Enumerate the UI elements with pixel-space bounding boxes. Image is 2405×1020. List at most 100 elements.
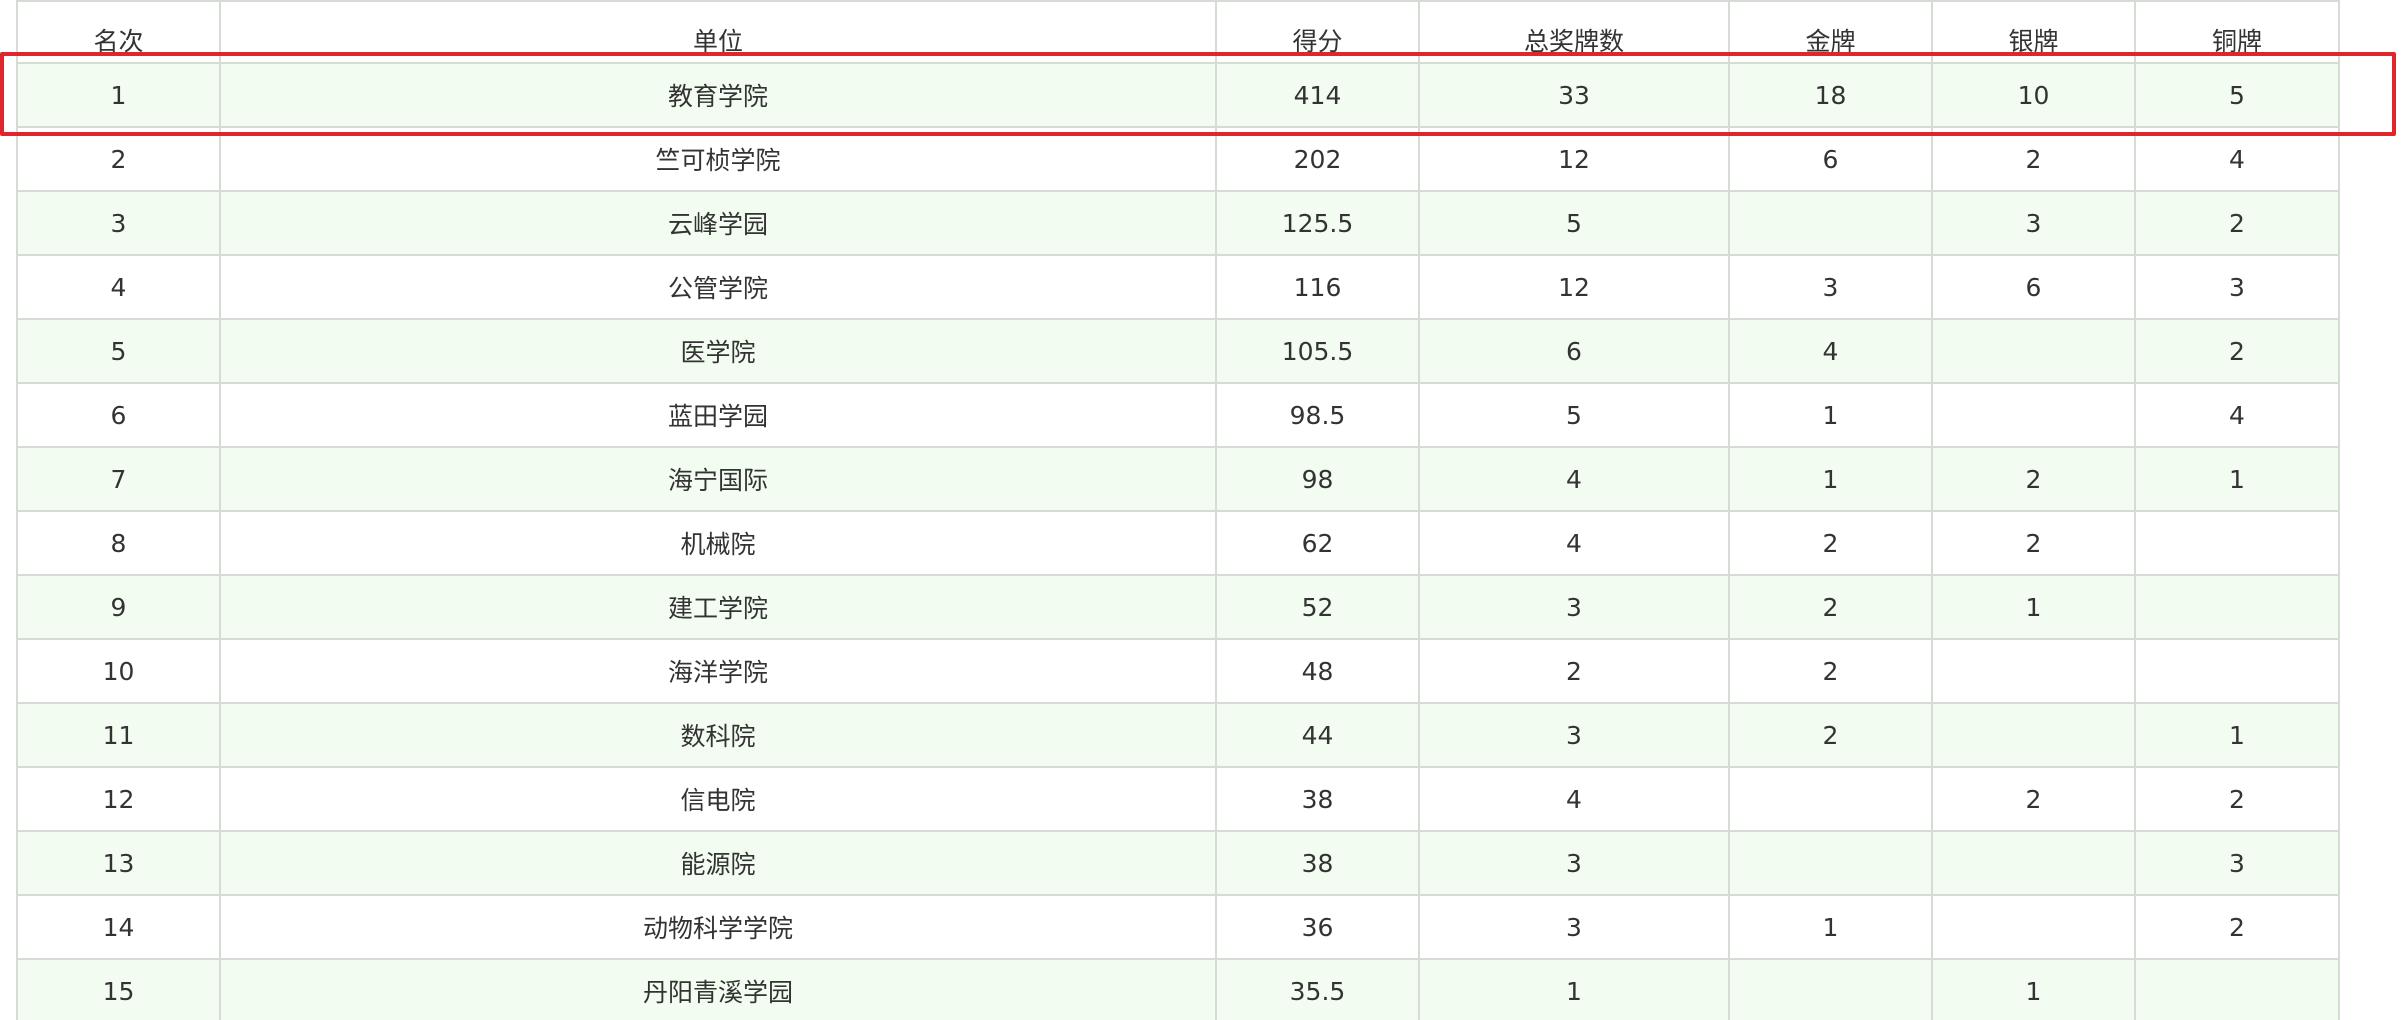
gold-cell: 3 xyxy=(1728,254,1933,320)
unit-cell: 丹阳青溪学园 xyxy=(219,958,1217,1020)
rank-cell: 1 xyxy=(16,62,221,128)
bronze-cell xyxy=(2134,958,2340,1020)
unit-cell: 数科院 xyxy=(219,702,1217,768)
unit-cell: 竺可桢学院 xyxy=(219,126,1217,192)
total-medals-cell: 6 xyxy=(1418,318,1730,384)
table-row: 11 数科院 44 3 2 1 xyxy=(16,702,2340,768)
bronze-cell: 4 xyxy=(2134,126,2340,192)
table-row: 3 云峰学园 125.5 5 3 2 xyxy=(16,190,2340,256)
table-row: 14 动物科学学院 36 3 1 2 xyxy=(16,894,2340,960)
bronze-cell: 5 xyxy=(2134,62,2340,128)
score-cell: 48 xyxy=(1215,638,1420,704)
gold-cell: 2 xyxy=(1728,702,1933,768)
rank-cell: 13 xyxy=(16,830,221,896)
gold-cell: 4 xyxy=(1728,318,1933,384)
gold-cell: 2 xyxy=(1728,510,1933,576)
silver-cell: 2 xyxy=(1931,126,2136,192)
unit-cell: 医学院 xyxy=(219,318,1217,384)
table-row: 4 公管学院 116 12 3 6 3 xyxy=(16,254,2340,320)
gold-cell: 2 xyxy=(1728,638,1933,704)
total-medals-cell: 1 xyxy=(1418,958,1730,1020)
gold-cell: 6 xyxy=(1728,126,1933,192)
score-cell: 36 xyxy=(1215,894,1420,960)
score-cell: 116 xyxy=(1215,254,1420,320)
unit-cell: 教育学院 xyxy=(219,62,1217,128)
medal-table-container: 名次 单位 得分 总奖牌数 金牌 银牌 铜牌 1 教育学院 414 33 18 10 5 2 竺… xyxy=(16,0,2340,1020)
score-cell: 105.5 xyxy=(1215,318,1420,384)
total-medals-cell: 3 xyxy=(1418,830,1730,896)
total-medals-cell: 4 xyxy=(1418,766,1730,832)
table-header-row: 名次 单位 得分 总奖牌数 金牌 银牌 铜牌 xyxy=(16,0,2340,64)
rank-cell: 15 xyxy=(16,958,221,1020)
rank-cell: 10 xyxy=(16,638,221,704)
total-medals-cell: 33 xyxy=(1418,62,1730,128)
rank-cell: 11 xyxy=(16,702,221,768)
bronze-cell xyxy=(2134,638,2340,704)
bronze-cell: 3 xyxy=(2134,254,2340,320)
header-silver: 银牌 xyxy=(1931,0,2136,64)
table-row: 1 教育学院 414 33 18 10 5 xyxy=(16,62,2340,128)
total-medals-cell: 3 xyxy=(1418,894,1730,960)
table-row: 10 海洋学院 48 2 2 xyxy=(16,638,2340,704)
total-medals-cell: 5 xyxy=(1418,190,1730,256)
gold-cell: 2 xyxy=(1728,574,1933,640)
header-gold: 金牌 xyxy=(1728,0,1933,64)
gold-cell xyxy=(1728,766,1933,832)
gold-cell: 1 xyxy=(1728,894,1933,960)
silver-cell: 2 xyxy=(1931,766,2136,832)
unit-cell: 云峰学园 xyxy=(219,190,1217,256)
rank-cell: 9 xyxy=(16,574,221,640)
table-row: 13 能源院 38 3 3 xyxy=(16,830,2340,896)
bronze-cell xyxy=(2134,574,2340,640)
table-row: 12 信电院 38 4 2 2 xyxy=(16,766,2340,832)
total-medals-cell: 3 xyxy=(1418,574,1730,640)
total-medals-cell: 4 xyxy=(1418,510,1730,576)
gold-cell xyxy=(1728,190,1933,256)
rank-cell: 6 xyxy=(16,382,221,448)
total-medals-cell: 2 xyxy=(1418,638,1730,704)
bronze-cell: 4 xyxy=(2134,382,2340,448)
silver-cell: 6 xyxy=(1931,254,2136,320)
unit-cell: 海宁国际 xyxy=(219,446,1217,512)
table-body: 1 教育学院 414 33 18 10 5 2 竺可桢学院 202 12 6 2 4 3 云峰学园 125.5 5… xyxy=(16,62,2340,1020)
silver-cell xyxy=(1931,830,2136,896)
gold-cell: 18 xyxy=(1728,62,1933,128)
rank-cell: 14 xyxy=(16,894,221,960)
rank-cell: 5 xyxy=(16,318,221,384)
score-cell: 44 xyxy=(1215,702,1420,768)
total-medals-cell: 5 xyxy=(1418,382,1730,448)
table-row: 7 海宁国际 98 4 1 2 1 xyxy=(16,446,2340,512)
gold-cell xyxy=(1728,830,1933,896)
header-bronze: 铜牌 xyxy=(2134,0,2340,64)
header-score: 得分 xyxy=(1215,0,1420,64)
silver-cell: 2 xyxy=(1931,510,2136,576)
bronze-cell: 2 xyxy=(2134,766,2340,832)
table-row: 9 建工学院 52 3 2 1 xyxy=(16,574,2340,640)
total-medals-cell: 12 xyxy=(1418,126,1730,192)
rank-cell: 2 xyxy=(16,126,221,192)
score-cell: 202 xyxy=(1215,126,1420,192)
score-cell: 125.5 xyxy=(1215,190,1420,256)
silver-cell xyxy=(1931,382,2136,448)
table-row: 2 竺可桢学院 202 12 6 2 4 xyxy=(16,126,2340,192)
rank-cell: 8 xyxy=(16,510,221,576)
table-row: 6 蓝田学园 98.5 5 1 4 xyxy=(16,382,2340,448)
silver-cell xyxy=(1931,318,2136,384)
unit-cell: 蓝田学园 xyxy=(219,382,1217,448)
silver-cell: 1 xyxy=(1931,574,2136,640)
score-cell: 38 xyxy=(1215,830,1420,896)
bronze-cell: 1 xyxy=(2134,702,2340,768)
unit-cell: 信电院 xyxy=(219,766,1217,832)
total-medals-cell: 4 xyxy=(1418,446,1730,512)
bronze-cell: 1 xyxy=(2134,446,2340,512)
score-cell: 98 xyxy=(1215,446,1420,512)
unit-cell: 海洋学院 xyxy=(219,638,1217,704)
gold-cell: 1 xyxy=(1728,382,1933,448)
unit-cell: 动物科学学院 xyxy=(219,894,1217,960)
rank-cell: 3 xyxy=(16,190,221,256)
score-cell: 35.5 xyxy=(1215,958,1420,1020)
silver-cell xyxy=(1931,894,2136,960)
unit-cell: 能源院 xyxy=(219,830,1217,896)
table-row: 5 医学院 105.5 6 4 2 xyxy=(16,318,2340,384)
unit-cell: 公管学院 xyxy=(219,254,1217,320)
